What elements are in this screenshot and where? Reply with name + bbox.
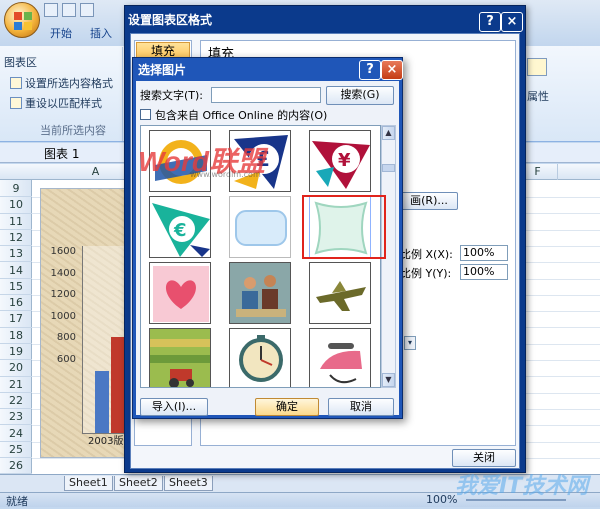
thumb-farm[interactable] (149, 328, 211, 387)
search-button[interactable]: 搜索(G) (326, 86, 394, 105)
properties-label[interactable]: 属性 (527, 88, 549, 104)
thumb-heart[interactable] (149, 262, 211, 324)
format-icon (10, 77, 22, 89)
close-button[interactable]: 关闭 (452, 449, 516, 467)
scale-y-label: 比例 Y(Y): (400, 267, 452, 280)
chart-bar[interactable] (111, 337, 125, 433)
office-online-label: 包含来自 Office Online 的内容(O) (155, 109, 328, 122)
dropdown-arrow-icon[interactable]: ▾ (404, 336, 416, 350)
search-label: 搜索文字(T): (140, 89, 204, 102)
zoom-level[interactable]: 100% (426, 493, 457, 506)
save-icon[interactable] (44, 3, 58, 17)
format-help-button[interactable]: ? (479, 12, 501, 32)
thumb-people[interactable] (229, 262, 291, 324)
blue-frame-clipart-icon (235, 210, 287, 246)
office-online-checkbox[interactable] (140, 109, 151, 120)
row-header[interactable]: 21 (0, 377, 32, 393)
people-clipart-icon (230, 263, 290, 323)
row-header[interactable]: 25 (0, 442, 32, 459)
ribbon-divider (122, 47, 123, 141)
y-tick-label: 1400 (50, 267, 76, 279)
thumb-clock[interactable] (229, 328, 291, 387)
row-header[interactable]: 17 (0, 311, 32, 328)
scale-y-input[interactable]: 100% (460, 264, 508, 280)
chart-area-selector[interactable]: 图表区 (4, 54, 37, 70)
reset-style-label: 重设以匹配样式 (25, 97, 102, 110)
y-tick-label: 1600 (50, 246, 76, 257)
thumb-airplane[interactable] (309, 262, 371, 324)
thumb-euro[interactable]: € (149, 196, 211, 258)
thumb-iron[interactable] (309, 328, 371, 387)
y-tick-label: 1000 (50, 310, 76, 322)
picture-help-button[interactable]: ? (359, 60, 381, 80)
row-header[interactable]: 24 (0, 426, 32, 442)
undo-icon[interactable] (62, 3, 76, 17)
row-header[interactable]: 26 (0, 458, 32, 475)
watermark-site: 我爱IT技术网 (455, 474, 589, 499)
y-tick-label: 1200 (50, 289, 76, 300)
chart-category-label: 2003版 (88, 436, 124, 447)
name-box[interactable]: 图表 1 (44, 145, 79, 162)
row-header[interactable]: 20 (0, 360, 32, 377)
row-header[interactable]: 14 (0, 263, 32, 279)
scroll-thumb[interactable] (382, 164, 395, 172)
row-header[interactable]: 16 (0, 295, 32, 312)
tab-insert[interactable]: 插入 (84, 24, 118, 44)
sheet-tab-3[interactable]: Sheet3 (164, 476, 213, 491)
row-header[interactable]: 22 (0, 393, 32, 410)
farm-clipart-icon (150, 329, 210, 387)
tab-home[interactable]: 开始 (44, 24, 78, 44)
thumb-blue-frame[interactable] (229, 196, 291, 258)
row-header[interactable]: 13 (0, 246, 32, 263)
thumb-yen[interactable]: ¥ (309, 130, 371, 192)
watermark-url: www.wordlm.com (190, 170, 261, 179)
row-header[interactable]: 15 (0, 279, 32, 296)
iron-clipart-icon (320, 343, 362, 384)
chart-bar[interactable] (95, 371, 109, 433)
row-header[interactable]: 12 (0, 230, 32, 247)
clock-clipart-icon (239, 335, 283, 382)
reset-style-button[interactable]: 重设以匹配样式 (10, 96, 102, 112)
row-header[interactable]: 18 (0, 328, 32, 344)
format-selection-button[interactable]: 设置所选内容格式 (10, 76, 113, 92)
quick-access-toolbar (44, 3, 124, 19)
scroll-down-icon[interactable]: ▼ (382, 373, 395, 387)
row-header[interactable]: 9 (0, 181, 32, 198)
format-dialog-title: 设置图表区格式 (128, 13, 213, 27)
y-tick-label: 800 (56, 332, 76, 343)
scale-x-input[interactable]: 100% (460, 245, 508, 261)
import-button[interactable]: 导入(I)... (140, 398, 208, 416)
ok-button[interactable]: 确定 (255, 398, 319, 416)
sheet-tab-1[interactable]: Sheet1 (64, 476, 113, 491)
search-input[interactable] (211, 87, 321, 103)
redo-icon[interactable] (80, 3, 94, 17)
y-tick-label: 600 (56, 353, 76, 365)
row-header[interactable]: 11 (0, 214, 32, 230)
svg-text:€: € (173, 220, 187, 241)
row-header[interactable]: 10 (0, 197, 32, 214)
picture-close-button[interactable]: × (381, 60, 403, 80)
euro-clipart-icon: € (152, 203, 210, 257)
reset-icon (10, 97, 22, 109)
group-label: 当前所选内容 (40, 124, 106, 137)
format-selection-label: 设置所选内容格式 (25, 77, 113, 90)
sheet-tab-2[interactable]: Sheet2 (114, 476, 163, 491)
yen-clipart-icon: ¥ (312, 141, 370, 189)
svg-text:¥: ¥ (338, 150, 351, 171)
office-button[interactable] (4, 2, 40, 38)
selection-highlight (302, 195, 386, 259)
cancel-button[interactable]: 取消 (328, 398, 394, 416)
airplane-clipart-icon (316, 281, 366, 311)
properties-icon[interactable] (527, 58, 547, 76)
row-header[interactable]: 23 (0, 409, 32, 426)
scale-x-label: 比例 X(X): (400, 248, 453, 261)
heart-clipart-icon (153, 266, 209, 322)
picture-dialog-title: 选择图片 (138, 63, 187, 77)
row-header[interactable]: 19 (0, 344, 32, 361)
scroll-up-icon[interactable]: ▲ (382, 126, 395, 140)
clip-art-button[interactable]: 画(R)... (400, 192, 458, 210)
format-close-button[interactable]: × (501, 12, 523, 32)
